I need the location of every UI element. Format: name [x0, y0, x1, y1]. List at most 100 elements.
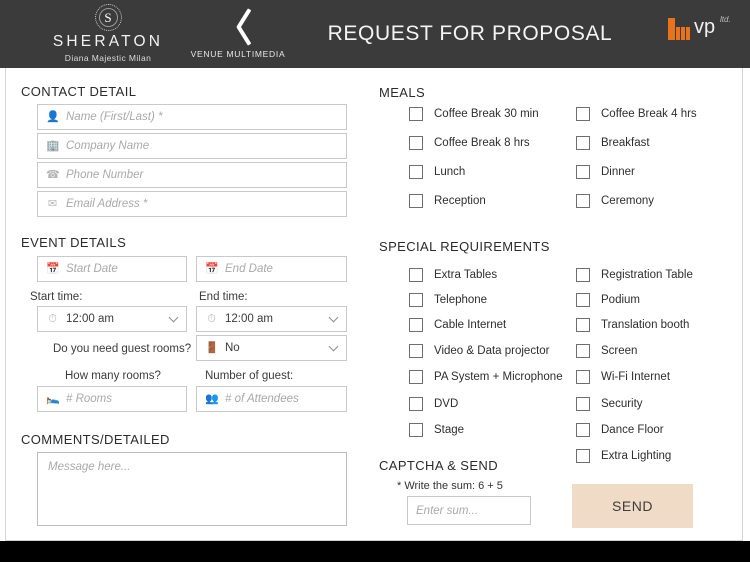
- checkbox-label: Dinner: [601, 166, 635, 178]
- meals-heading: MEALS: [379, 85, 426, 100]
- checkbox-icon[interactable]: [409, 318, 423, 332]
- checkbox-icon[interactable]: [409, 370, 423, 384]
- checkbox-req-telephone[interactable]: Telephone: [409, 293, 487, 307]
- checkbox-icon[interactable]: [576, 423, 590, 437]
- attendees-field[interactable]: 👥 # of Attendees: [196, 386, 347, 412]
- checkbox-label: Wi-Fi Internet: [601, 371, 671, 383]
- checkbox-req-dvd[interactable]: DVD: [409, 397, 458, 411]
- checkbox-icon[interactable]: [409, 423, 423, 437]
- checkbox-icon[interactable]: [409, 268, 423, 282]
- chevron-down-icon: [168, 312, 179, 323]
- checkbox-icon[interactable]: [576, 165, 590, 179]
- checkbox-req-wifi-internet[interactable]: Wi-Fi Internet: [576, 370, 670, 384]
- checkbox-icon[interactable]: [576, 344, 590, 358]
- form-content: CONTACT DETAIL 👤 Name (First/Last) * 🏢 C…: [5, 68, 743, 541]
- name-field-placeholder: Name (First/Last) *: [66, 111, 163, 123]
- checkbox-req-cable-internet[interactable]: Cable Internet: [409, 318, 506, 332]
- checkbox-icon[interactable]: [576, 293, 590, 307]
- checkbox-icon[interactable]: [576, 397, 590, 411]
- checkbox-req-screen[interactable]: Screen: [576, 344, 637, 358]
- checkbox-icon[interactable]: [576, 107, 590, 121]
- checkbox-req-security[interactable]: Security: [576, 397, 643, 411]
- checkbox-icon[interactable]: [409, 136, 423, 150]
- checkbox-icon[interactable]: [409, 194, 423, 208]
- guest-rooms-question: Do you need guest rooms?: [53, 343, 192, 355]
- chevron-left-icon[interactable]: [225, 6, 251, 46]
- start-date-field[interactable]: 📅 Start Date: [37, 256, 187, 282]
- captcha-placeholder: Enter sum...: [416, 504, 478, 517]
- checkbox-label: Registration Table: [601, 269, 693, 281]
- name-field[interactable]: 👤 Name (First/Last) *: [37, 104, 347, 130]
- chevron-down-icon: [328, 312, 339, 323]
- checkbox-label: Cable Internet: [434, 319, 507, 331]
- checkbox-meal-dinner[interactable]: Dinner: [576, 165, 635, 179]
- checkbox-label: Breakfast: [601, 137, 650, 149]
- checkbox-meal-coffee-break-30-min[interactable]: Coffee Break 30 min: [409, 107, 539, 121]
- checkbox-meal-breakfast[interactable]: Breakfast: [576, 136, 650, 150]
- sheraton-brand-name: SHERATON: [52, 33, 164, 50]
- checkbox-req-pa-system-microphone[interactable]: PA System + Microphone: [409, 370, 563, 384]
- venue-multimedia-nav[interactable]: VENUE MULTIMEDIA: [190, 6, 286, 59]
- end-time-select[interactable]: ⏱ 12:00 am: [196, 306, 347, 332]
- calendar-check-icon: 📅: [205, 262, 219, 275]
- clock-icon: ⏱: [207, 312, 216, 325]
- checkbox-icon[interactable]: [409, 344, 423, 358]
- checkbox-icon[interactable]: [576, 268, 590, 282]
- vp-logo[interactable]: vp ltd.: [668, 14, 736, 48]
- checkbox-req-dance-floor[interactable]: Dance Floor: [576, 423, 664, 437]
- rooms-placeholder: # Rooms: [66, 393, 113, 405]
- checkbox-label: Video & Data projector: [434, 345, 550, 357]
- checkbox-icon[interactable]: [576, 370, 590, 384]
- checkbox-meal-coffee-break-4-hrs[interactable]: Coffee Break 4 hrs: [576, 107, 697, 121]
- checkbox-label: PA System + Microphone: [434, 371, 563, 383]
- checkbox-icon[interactable]: [576, 449, 590, 463]
- email-field[interactable]: ✉ Email Address *: [37, 191, 347, 217]
- start-time-value: 12:00 am: [66, 313, 114, 325]
- checkbox-label: Coffee Break 30 min: [434, 108, 539, 120]
- checkbox-meal-reception[interactable]: Reception: [409, 194, 486, 208]
- number-of-guest-label: Number of guest:: [205, 370, 294, 382]
- special-requirements-heading: SPECIAL REQUIREMENTS: [379, 239, 550, 254]
- checkbox-req-translation-booth[interactable]: Translation booth: [576, 318, 689, 332]
- sheraton-seal-letter: S: [104, 10, 112, 25]
- checkbox-icon[interactable]: [576, 194, 590, 208]
- vp-logo-text: vp: [694, 16, 716, 38]
- attendees-placeholder: # of Attendees: [225, 393, 299, 405]
- start-time-select[interactable]: ⏱ 12:00 am: [37, 306, 187, 332]
- company-field[interactable]: 🏢 Company Name: [37, 133, 347, 159]
- checkbox-icon[interactable]: [576, 318, 590, 332]
- captcha-input[interactable]: Enter sum...: [407, 496, 531, 525]
- event-details-heading: EVENT DETAILS: [21, 235, 127, 250]
- checkbox-label: Podium: [601, 294, 640, 306]
- checkbox-req-registration-table[interactable]: Registration Table: [576, 268, 693, 282]
- guest-rooms-value: No: [225, 342, 240, 354]
- checkbox-req-extra-tables[interactable]: Extra Tables: [409, 268, 497, 282]
- checkbox-meal-coffee-break-8-hrs[interactable]: Coffee Break 8 hrs: [409, 136, 530, 150]
- vp-factory-icon: [668, 18, 692, 40]
- comments-textarea[interactable]: Message here...: [37, 452, 347, 526]
- checkbox-label: Extra Lighting: [601, 450, 672, 462]
- checkbox-req-video-data-projector[interactable]: Video & Data projector: [409, 344, 550, 358]
- guest-rooms-select[interactable]: 🚪 No: [196, 335, 347, 361]
- send-button[interactable]: SEND: [572, 484, 693, 528]
- checkbox-icon[interactable]: [409, 397, 423, 411]
- door-icon: 🚪: [205, 341, 219, 354]
- person-icon: 👤: [46, 110, 60, 123]
- checkbox-req-podium[interactable]: Podium: [576, 293, 640, 307]
- end-date-field[interactable]: 📅 End Date: [196, 256, 347, 282]
- comments-heading: COMMENTS/DETAILED: [21, 432, 170, 447]
- checkbox-req-extra-lighting[interactable]: Extra Lighting: [576, 449, 671, 463]
- building-icon: 🏢: [46, 139, 60, 152]
- checkbox-icon[interactable]: [576, 136, 590, 150]
- phone-field[interactable]: ☎ Phone Number: [37, 162, 347, 188]
- checkbox-icon[interactable]: [409, 165, 423, 179]
- checkbox-label: Security: [601, 398, 643, 410]
- checkbox-meal-ceremony[interactable]: Ceremony: [576, 194, 654, 208]
- checkbox-icon[interactable]: [409, 293, 423, 307]
- checkbox-req-stage[interactable]: Stage: [409, 423, 464, 437]
- rooms-field[interactable]: 🛌 # Rooms: [37, 386, 187, 412]
- start-time-label: Start time:: [30, 291, 83, 303]
- checkbox-icon[interactable]: [409, 107, 423, 121]
- checkbox-meal-lunch[interactable]: Lunch: [409, 165, 465, 179]
- vp-logo-sup: ltd.: [720, 15, 731, 24]
